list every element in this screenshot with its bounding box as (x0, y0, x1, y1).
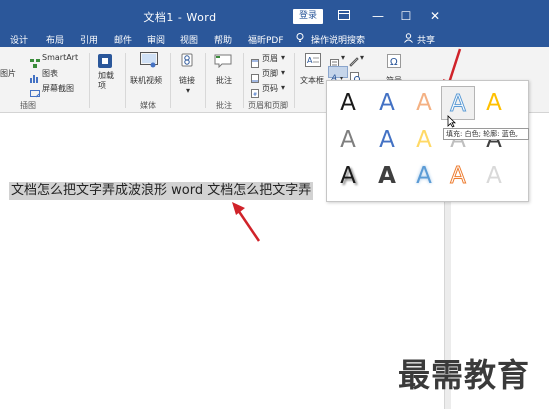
watermark-logo: 最需教育 (398, 356, 531, 394)
wordart-style-solid-gold[interactable]: A (477, 86, 511, 120)
person-icon (404, 33, 413, 46)
login-button[interactable]: 登录 (293, 9, 323, 24)
screenshot-button[interactable]: 屏幕截图 (42, 83, 74, 94)
wordart-style-gradient-orange[interactable]: A (407, 86, 441, 120)
chevron-down-icon[interactable]: ▾ (360, 53, 364, 62)
tab-design[interactable]: 设计 (10, 33, 28, 46)
wordart-style-light-gray[interactable]: A (331, 123, 365, 157)
wordart-button[interactable]: A ▾ (328, 66, 348, 84)
online-video-button[interactable]: 联机视频 (130, 75, 162, 86)
link-icon (181, 52, 193, 71)
chevron-down-icon[interactable]: ▾ (341, 53, 345, 62)
group-divider (170, 53, 171, 108)
online-video-icon (140, 52, 158, 72)
tab-foxit-pdf[interactable]: 福昕PDF (248, 33, 284, 46)
tab-view[interactable]: 视图 (180, 33, 198, 46)
group-label-header-footer: 页眉和页脚 (248, 101, 288, 110)
picture-button[interactable]: 图片 (0, 68, 16, 79)
wordart-style-bold-dark-gray[interactable]: A (370, 159, 404, 193)
group-divider (294, 53, 295, 108)
tab-review[interactable]: 审阅 (147, 33, 165, 46)
share-button[interactable]: 共享 (417, 33, 435, 46)
wordart-style-solid-black[interactable]: A (331, 86, 365, 120)
tab-mailings[interactable]: 邮件 (114, 33, 132, 46)
comment-icon (214, 53, 232, 72)
minimize-button[interactable]: — (370, 8, 386, 24)
annotation-arrow-icon (232, 202, 261, 242)
group-label-illustrations: 插图 (20, 101, 36, 110)
close-button[interactable]: ✕ (427, 8, 443, 24)
wordart-style-solid-blue[interactable]: A (370, 86, 404, 120)
group-divider (243, 53, 244, 108)
title-bar: 文档1 - Word 登录 — ☐ ✕ (0, 0, 549, 32)
group-divider (125, 53, 126, 108)
tab-references[interactable]: 引用 (80, 33, 98, 46)
textbox-icon: A (305, 52, 321, 71)
wordart-style-shadow-black[interactable]: A (331, 159, 365, 193)
group-label-media: 媒体 (140, 101, 156, 110)
wordart-style-blue-reflect[interactable]: A (370, 123, 404, 157)
group-label-comments: 批注 (216, 101, 232, 110)
ribbon-display-icon[interactable] (336, 8, 352, 24)
mouse-cursor-icon (447, 113, 456, 132)
wordart-gallery: AAAAAAAAAAAAAAA (326, 80, 529, 202)
svg-text:#: # (253, 92, 257, 98)
chevron-down-icon[interactable]: ▾ (281, 68, 285, 77)
header-button[interactable]: 页眉 (262, 53, 278, 64)
group-divider (89, 53, 90, 108)
restore-button[interactable]: ☐ (398, 8, 414, 24)
chart-button[interactable]: 图表 (42, 68, 58, 79)
wordart-style-light-blue-glow[interactable]: A (407, 159, 441, 193)
link-button[interactable]: 链接 (179, 75, 195, 86)
wordart-style-orange-outline[interactable]: A (441, 159, 475, 193)
selected-text[interactable]: 文档怎么把文字弄成波浪形 word 文档怎么把文字弄 (9, 182, 314, 200)
lightbulb-icon (296, 33, 304, 46)
smartart-button[interactable]: SmartArt (42, 53, 78, 62)
chevron-down-icon[interactable]: ▾ (186, 86, 190, 95)
addins-button[interactable]: 加载 项 (98, 71, 114, 91)
wordart-style-gold-soft[interactable]: A (407, 123, 441, 157)
wordart-style-very-light-gray[interactable]: A (477, 159, 511, 193)
group-divider (205, 53, 206, 108)
footer-button[interactable]: 页脚 (262, 68, 278, 79)
omega-icon: Ω (387, 53, 401, 72)
svg-text:A: A (307, 56, 313, 65)
ribbon-tabs: 设计 布局 引用 邮件 审阅 视图 帮助 福昕PDF 操作说明搜索 共享 (0, 32, 549, 47)
store-icon (98, 53, 112, 72)
window-title: 文档1 - Word (143, 11, 217, 24)
chevron-down-icon[interactable]: ▾ (281, 53, 285, 62)
svg-text:Ω: Ω (390, 57, 398, 68)
tab-layout[interactable]: 布局 (46, 33, 64, 46)
page-number-button[interactable]: 页码 (262, 83, 278, 94)
tell-me-search[interactable]: 操作说明搜索 (311, 33, 365, 46)
chevron-down-icon[interactable]: ▾ (281, 83, 285, 92)
tab-help[interactable]: 帮助 (214, 33, 232, 46)
comment-button[interactable]: 批注 (216, 75, 232, 86)
textbox-button[interactable]: 文本框 (300, 75, 324, 86)
